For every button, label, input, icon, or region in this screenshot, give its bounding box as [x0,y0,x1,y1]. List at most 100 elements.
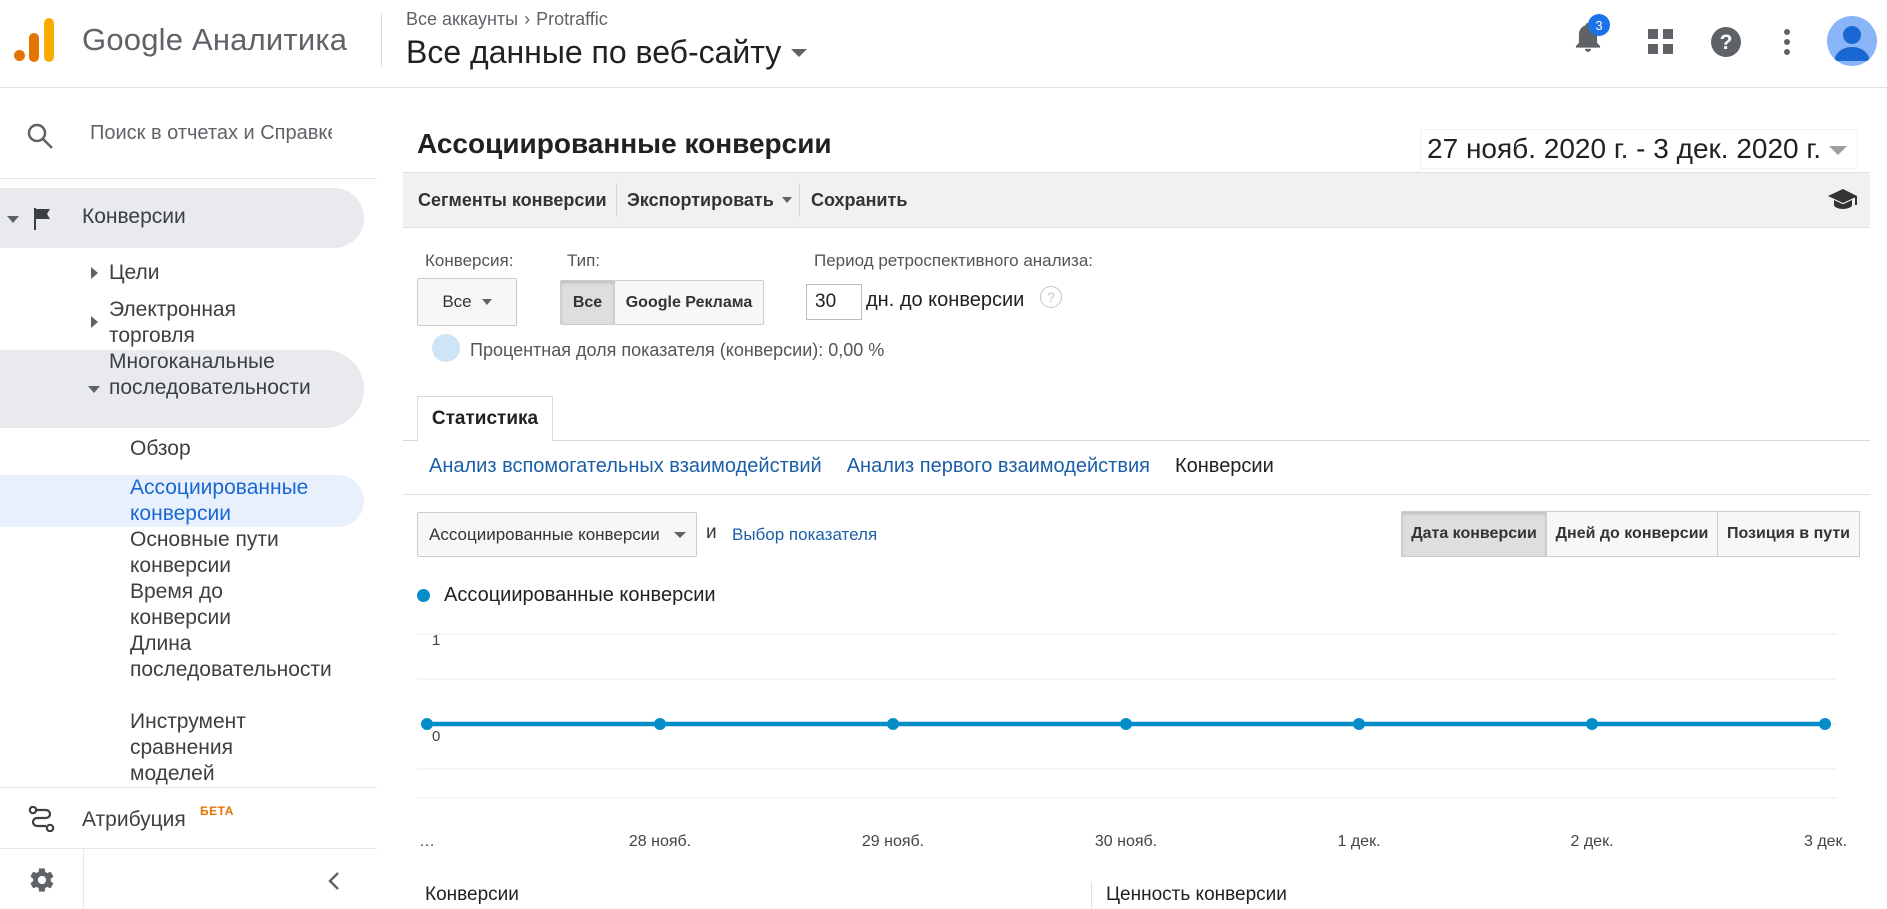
data-point [1819,718,1831,730]
save-button[interactable]: Сохранить [811,173,907,227]
and-label: и [706,522,717,543]
breadcrumb-account[interactable]: Protraffic [536,9,608,30]
date-range-text: 27 нояб. 2020 г. - 3 дек. 2020 г. [1427,133,1821,164]
x-tick-label: 28 нояб. [629,833,691,850]
chevron-down-icon [781,197,792,203]
type-all-button[interactable]: Все [560,280,615,325]
report-search[interactable]: Поиск в отчетах и Справке [0,108,377,160]
view-title: Все данные по веб-сайту [406,34,782,70]
apps-grid-button[interactable] [1641,22,1681,62]
conversion-date-button[interactable]: Дата конверсии [1401,511,1547,557]
view-toggle: Дата конверсии Дней до конверсии Позиция… [1401,511,1860,557]
x-tick-label: 1 дек. [1337,833,1380,850]
sidebar-item-model-comparison[interactable]: Инструмент сравнения моделей [130,709,290,787]
report-toolbar: Сегменты конверсии Экспортировать Сохран… [403,172,1870,228]
chevron-down-icon [791,48,808,57]
avatar[interactable] [1827,16,1877,66]
sidebar-item-conversions[interactable]: Конверсии [0,188,364,248]
breadcrumb-separator: › [524,9,531,29]
attribution-icon [28,806,55,832]
y-tick-label: 0 [432,728,440,745]
collapse-chevron-left-icon[interactable] [327,871,341,891]
sidebar-item-assisted-conversions[interactable]: Ассоциированные конверсии [130,475,326,527]
conversion-segments-button[interactable]: Сегменты конверсии [418,173,607,227]
sidebar: Поиск в отчетах и Справке Конверсии Цели… [0,88,377,909]
subtab-conversions[interactable]: Конверсии [1175,455,1274,478]
sidebar-item-time-lag[interactable]: Время до конверсии [130,579,280,631]
percent-indicator-dot [432,334,460,362]
sidebar-item-label: Цели [109,261,160,284]
help-button[interactable]: ? [1706,22,1746,62]
data-point [887,718,899,730]
search-input[interactable]: Поиск в отчетах и Справке [90,122,332,145]
export-label: Экспортировать [627,189,774,210]
chevron-right-icon [91,316,98,328]
data-point [1586,718,1598,730]
search-icon [27,123,53,149]
top-bar: Google Аналитика Все аккаунты › Protraff… [0,0,1887,88]
chevron-down-icon [674,532,686,538]
select-metric-link[interactable]: Выбор показателя [732,525,877,545]
data-point [421,718,433,730]
subtab-first-interaction[interactable]: Анализ первого взаимодействия [847,455,1150,478]
data-point [654,718,666,730]
svg-text:?: ? [1720,31,1733,54]
chevron-down-icon [1829,146,1847,155]
lookback-days-input[interactable]: 30 [806,284,862,320]
days-to-conversion-button[interactable]: Дней до конверсии [1546,511,1718,557]
sidebar-item-label: Атрибуция [82,808,186,831]
sidebar-item-multichannel[interactable]: Многоканальные последовательности [0,350,364,428]
x-tick-label: 3 дек. [1804,833,1847,850]
app-title[interactable]: Google Аналитика [82,22,347,58]
metric-select-value: Ассоциированные конверсии [429,524,660,544]
user-icon [1834,26,1870,61]
x-tick-label: 30 нояб. [1095,833,1157,850]
line-chart[interactable]: 1 0 … 28 нояб. 29 нояб. 30 нояб. 1 дек. 2 дек. 3… [403,612,1870,862]
metric-select[interactable]: Ассоциированные конверсии [417,512,697,557]
sidebar-divider [0,787,377,788]
conversion-filter-value: Все [442,292,472,311]
help-icon[interactable]: ? [1040,286,1062,308]
legend-dot [417,589,430,602]
y-tick-label: 1 [432,632,440,649]
subtabs: Анализ вспомогательных взаимодействий Ан… [429,455,1274,478]
lookback-suffix: дн. до конверсии [866,289,1025,311]
analytics-logo[interactable] [14,18,56,62]
chart-legend: Ассоциированные конверсии [417,584,716,607]
view-selector[interactable]: Все данные по веб-сайту [406,34,808,71]
stats-value-header: Ценность конверсии [1106,884,1287,905]
type-google-ads-button[interactable]: Google Реклама [614,280,764,325]
breadcrumb[interactable]: Все аккаунты › Protraffic [406,9,608,30]
date-range-picker[interactable]: 27 нояб. 2020 г. - 3 дек. 2020 г. [1420,129,1858,169]
conversion-filter-dropdown[interactable]: Все [417,278,517,326]
sidebar-item-label: Многоканальные последовательности [109,350,311,399]
apps-grid-icon [1648,29,1673,54]
chevron-down-icon [7,216,19,223]
sidebar-item-top-paths[interactable]: Основные пути конверсии [130,527,310,579]
stats-divider [1091,882,1092,909]
sidebar-item-overview[interactable]: Обзор [130,436,330,462]
export-button[interactable]: Экспортировать [627,173,792,227]
more-options-button[interactable] [1767,22,1807,62]
notification-badge: 3 [1588,14,1610,36]
stats-conversions-header: Конверсии [425,884,519,905]
data-point [1353,718,1365,730]
graduation-cap-icon[interactable] [1828,189,1858,211]
type-filter-label: Тип: [567,251,601,270]
path-position-button[interactable]: Позиция в пути [1717,511,1860,557]
tab-statistics[interactable]: Статистика [417,396,553,441]
subtab-assisted-analysis[interactable]: Анализ вспомогательных взаимодействий [429,455,822,478]
chevron-down-icon [88,386,100,393]
help-icon: ? [1711,27,1741,57]
sidebar-item-label: Электронная торговля [109,298,236,347]
notifications-button[interactable]: 3 [1568,14,1610,58]
legend-label: Ассоциированные конверсии [444,584,716,606]
gear-icon[interactable] [28,866,56,894]
sidebar-item-attribution[interactable]: Атрибуция БЕТА [0,790,377,842]
sidebar-item-path-length[interactable]: Длина последовательности [130,631,332,683]
beta-badge: БЕТА [200,804,234,818]
sidebar-divider [0,848,377,849]
breadcrumb-root[interactable]: Все аккаунты [406,9,518,30]
more-vert-icon [1784,29,1790,55]
data-point [1120,718,1132,730]
